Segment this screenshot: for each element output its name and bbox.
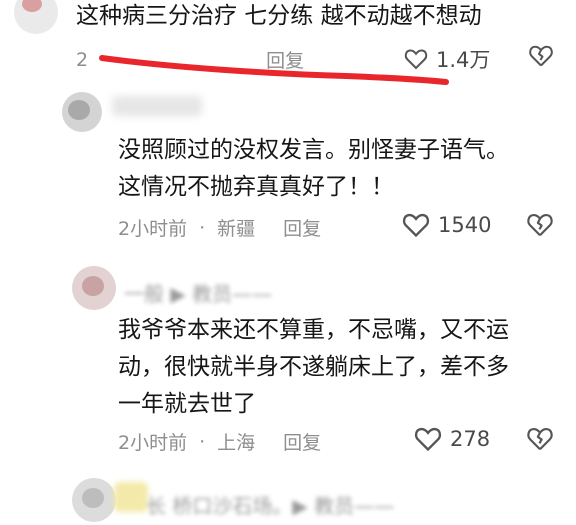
like-button[interactable]: 1540 <box>402 212 491 238</box>
heart-outline-icon <box>414 427 442 452</box>
comment-text: 这种病三分治疗 七分练 越不动越不想动 <box>76 0 482 35</box>
comment-text-line: 这情况不抛弃真真好了！！ <box>118 174 394 200</box>
comment-time: 2小时前 <box>118 432 188 454</box>
username[interactable]: 一般 ▶ 教员—— <box>124 278 272 307</box>
like-count: 278 <box>450 427 491 451</box>
avatar[interactable] <box>72 478 116 522</box>
like-button[interactable]: 1.4万 <box>404 44 490 74</box>
broken-heart-icon[interactable] <box>526 426 554 452</box>
comment-time: 2小时前 <box>118 218 188 240</box>
heart-outline-icon <box>402 213 430 238</box>
broken-heart-icon[interactable] <box>528 44 554 68</box>
avatar[interactable] <box>14 0 58 34</box>
broken-heart-icon[interactable] <box>526 212 554 238</box>
blurred-username <box>112 96 202 116</box>
blurred-avatar-decoration <box>114 482 148 512</box>
comment-meta: 2小时前 · 新疆 回复 <box>118 214 321 241</box>
avatar[interactable] <box>62 92 102 132</box>
comment-text-line: 一年就去世了 <box>118 391 256 417</box>
like-count: 1540 <box>438 213 492 237</box>
reply-button[interactable]: 回复 <box>266 46 304 73</box>
like-count: 1.4万 <box>436 48 491 72</box>
comment-text-line: 这种病三分治疗 七分练 越不动越不想动 <box>76 3 482 29</box>
reply-button[interactable]: 回复 <box>283 428 321 455</box>
comment-text: 没照顾过的没权发言。别怪妻子语气。 这情况不抛弃真真好了！！ <box>118 132 509 206</box>
username[interactable]: 长 桥口沙石场。▶ 教员—— <box>146 490 394 519</box>
comment-meta: 2 回复 <box>76 46 304 73</box>
comment-text-line: 动，很快就半身不遂躺床上了，差不多 <box>118 354 509 380</box>
comment-text-line: 没照顾过的没权发言。别怪妻子语气。 <box>118 137 509 163</box>
comment-time: 2 <box>76 48 89 71</box>
comment-text-line: 我爷爷本来还不算重，不忌嘴，又不运 <box>118 317 509 343</box>
like-button[interactable]: 278 <box>414 426 490 452</box>
comment-location: 上海 <box>217 432 256 454</box>
comment-meta: 2小时前 · 上海 回复 <box>118 428 321 455</box>
reply-button[interactable]: 回复 <box>283 214 321 241</box>
avatar[interactable] <box>72 266 116 310</box>
heart-outline-icon <box>404 49 428 70</box>
comment-location: 新疆 <box>217 218 256 240</box>
comment-text: 我爷爷本来还不算重，不忌嘴，又不运 动，很快就半身不遂躺床上了，差不多 一年就去… <box>118 312 509 423</box>
